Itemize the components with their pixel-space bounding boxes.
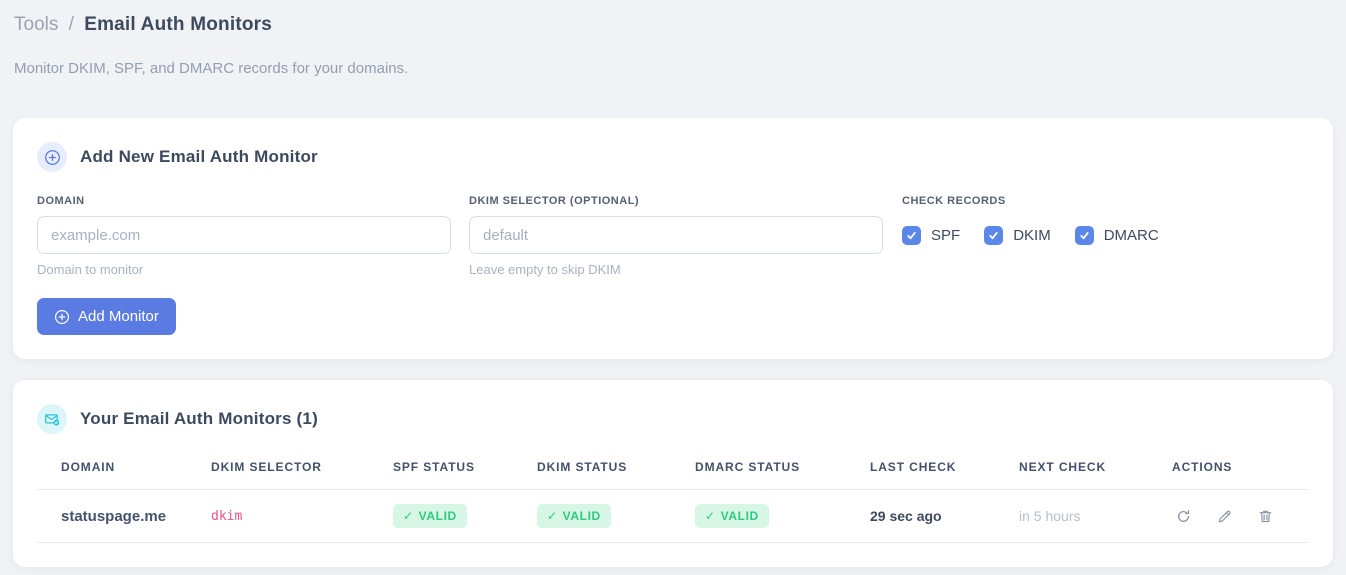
dkim-selector-field-group: DKIM SELECTOR (OPTIONAL) Leave empty to … [469,195,883,277]
check-icon: ✓ [547,509,558,523]
checkbox-spf-label: SPF [931,226,961,244]
checkbox-spf[interactable]: SPF [902,225,961,245]
dmarc-status-label: VALID [720,509,759,523]
trash-icon [1259,510,1272,522]
monitors-table: DOMAIN DKIM SELECTOR SPF STATUS DKIM STA… [37,450,1309,543]
check-records-group: CHECK RECORDS SPF DKIM DMARC [901,195,1309,277]
dkim-selector-label: DKIM SELECTOR (OPTIONAL) [469,195,640,207]
monitors-card-title: Your Email Auth Monitors (1) [80,409,318,428]
dkim-status-badge: ✓ VALID [537,504,611,528]
checkbox-checked-icon [984,225,1004,245]
delete-button[interactable] [1254,505,1277,528]
dkim-status-label: VALID [562,509,601,523]
checkbox-dmarc-label: DMARC [1103,226,1159,244]
refresh-icon [1178,509,1190,522]
checkbox-dkim[interactable]: DKIM [984,225,1051,245]
monitor-last-check: 29 sec ago [870,489,1019,543]
monitors-card-header: Your Email Auth Monitors (1) [37,404,1309,434]
column-header-dkim-status: DKIM STATUS [537,450,695,490]
table-row: statuspage.me dkim ✓ VALID ✓ VALID ✓ VAL… [37,489,1309,543]
refresh-button[interactable] [1172,505,1195,528]
add-monitor-card-title: Add New Email Auth Monitor [80,147,318,166]
monitor-domain: statuspage.me [37,489,211,543]
checkbox-dmarc[interactable]: DMARC [1074,225,1159,245]
checkbox-checked-icon [1074,225,1094,245]
column-header-domain: DOMAIN [37,450,211,490]
column-header-last-check: LAST CHECK [870,450,1019,490]
domain-helper-text: Domain to monitor [37,262,144,277]
column-header-spf-status: SPF STATUS [393,450,537,490]
add-monitor-button[interactable]: Add Monitor [37,298,176,335]
plus-circle-icon [54,309,70,325]
breadcrumb-tools-link[interactable]: Tools [14,14,58,35]
pencil-icon [1218,510,1231,522]
table-header-row: DOMAIN DKIM SELECTOR SPF STATUS DKIM STA… [37,450,1309,490]
page-title: Email Auth Monitors [84,14,273,35]
column-header-next-check: NEXT CHECK [1019,450,1172,490]
domain-field-group: DOMAIN Domain to monitor [37,195,451,277]
dkim-selector-helper-text: Leave empty to skip DKIM [469,262,621,277]
checkbox-checked-icon [902,225,921,245]
add-monitor-card-header: Add New Email Auth Monitor [37,142,1309,172]
plus-circle-icon [37,142,67,172]
monitor-dkim-selector: dkim [211,489,393,543]
monitors-card: Your Email Auth Monitors (1) DOMAIN DKIM… [13,380,1333,567]
domain-label: DOMAIN [37,195,85,207]
add-monitor-form: DOMAIN Domain to monitor DKIM SELECTOR (… [37,195,1309,277]
column-header-dkim-selector: DKIM SELECTOR [211,450,393,490]
dmarc-status-badge: ✓ VALID [695,504,769,528]
check-icon: ✓ [403,509,414,523]
spf-status-badge: ✓ VALID [393,504,467,528]
checkbox-dkim-label: DKIM [1013,226,1051,244]
breadcrumb: Tools / Email Auth Monitors [14,12,1332,38]
column-header-dmarc-status: DMARC STATUS [695,450,870,490]
check-records-row: SPF DKIM DMARC [902,216,1309,254]
dkim-selector-input[interactable] [469,216,883,254]
spf-status-label: VALID [418,509,457,523]
page-header: Tools / Email Auth Monitors Monitor DKIM… [0,0,1346,77]
monitor-next-check: in 5 hours [1019,489,1172,543]
email-check-icon [37,404,67,434]
breadcrumb-separator: / [68,14,74,35]
add-monitor-card: Add New Email Auth Monitor DOMAIN Domain… [13,118,1333,359]
column-header-actions: ACTIONS [1172,450,1309,490]
add-monitor-button-label: Add Monitor [78,308,159,325]
domain-input[interactable] [37,216,451,254]
page-subtitle: Monitor DKIM, SPF, and DMARC records for… [14,60,409,77]
check-icon: ✓ [705,509,716,523]
check-records-label: CHECK RECORDS [902,195,1006,207]
edit-button[interactable] [1213,505,1236,528]
